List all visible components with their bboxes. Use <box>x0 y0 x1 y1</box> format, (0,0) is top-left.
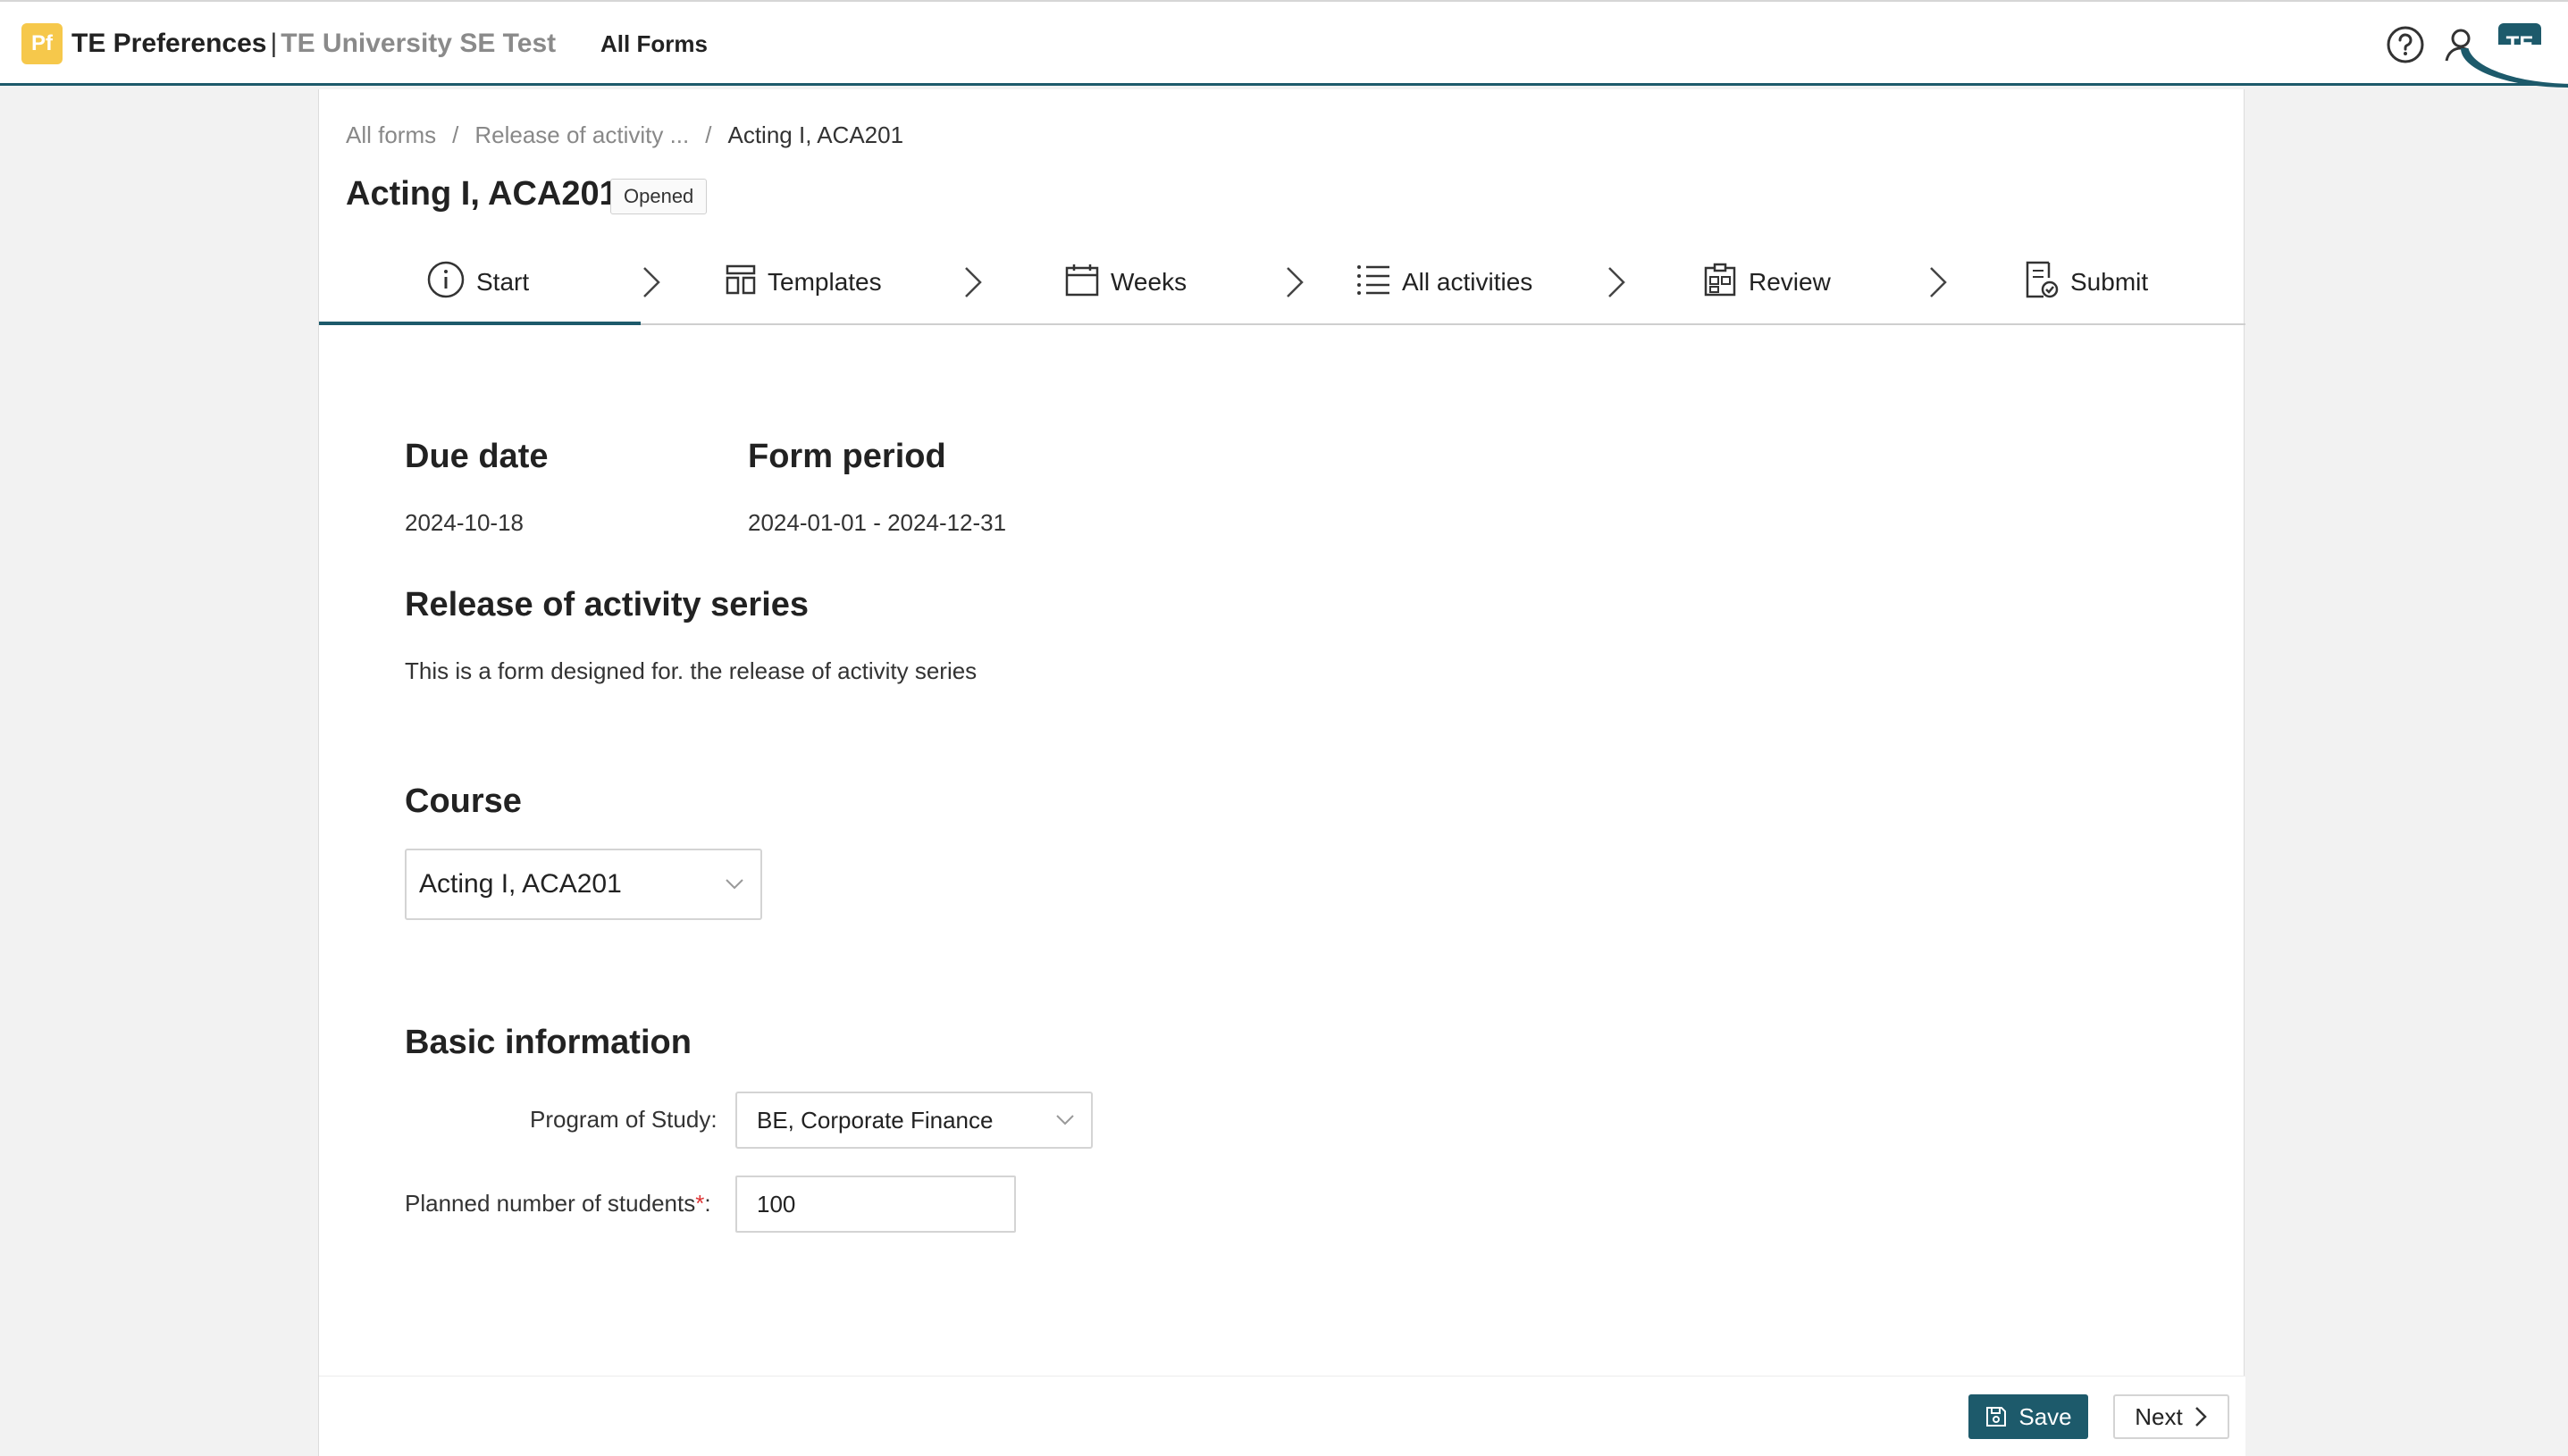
chevron-right-icon <box>1930 267 1947 297</box>
nav-all-forms[interactable]: All Forms <box>600 30 708 58</box>
course-select-value: Acting I, ACA201 <box>419 869 622 899</box>
chevron-down-icon <box>726 879 743 890</box>
step-label: Start <box>476 268 530 296</box>
chevron-right-icon <box>1608 267 1625 297</box>
breadcrumb-current: Acting I, ACA201 <box>727 121 904 148</box>
title-separator: | <box>270 29 278 58</box>
due-date-heading: Due date <box>405 438 549 475</box>
submit-icon <box>2024 260 2060 305</box>
step-label: All activities <box>1402 268 1533 296</box>
breadcrumb: All forms / Release of activity ... / Ac… <box>346 121 903 149</box>
chevron-right-icon <box>1287 267 1304 297</box>
students-label-text: Planned number of students <box>405 1190 696 1217</box>
review-icon <box>1702 262 1738 304</box>
series-description: This is a form designed for. the release… <box>405 657 978 684</box>
series-heading: Release of activity series <box>405 586 810 623</box>
app-title: TE Preferences | TE University SE Test <box>71 29 556 59</box>
breadcrumb-separator: / <box>452 121 459 148</box>
course-heading: Course <box>405 782 522 820</box>
breadcrumb-separator: / <box>705 121 712 148</box>
program-label-text: Program of Study <box>530 1106 711 1133</box>
info-icon <box>426 260 466 305</box>
chevron-down-icon <box>1056 1115 1074 1125</box>
chevron-right-icon <box>2195 1407 2207 1427</box>
due-date-value: 2024-10-18 <box>405 509 524 536</box>
top-header: Pf TE Preferences | TE University SE Test … <box>0 0 2568 88</box>
calendar-icon <box>1064 262 1100 304</box>
step-label: Review <box>1749 268 1831 296</box>
step-review[interactable]: Review <box>1702 239 1831 325</box>
step-start[interactable]: Start <box>426 239 529 325</box>
step-weeks[interactable]: Weeks <box>1064 239 1187 325</box>
step-label: Submit <box>2070 268 2149 296</box>
step-label: Weeks <box>1111 268 1187 296</box>
org-name: TE University SE Test <box>281 29 557 58</box>
form-period-heading: Form period <box>748 438 946 475</box>
save-label: Save <box>2018 1402 2072 1430</box>
template-icon <box>725 264 757 302</box>
required-mark: * <box>695 1190 705 1217</box>
label-colon: : <box>710 1106 718 1133</box>
breadcrumb-all-forms[interactable]: All forms <box>346 121 436 149</box>
breadcrumb-release[interactable]: Release of activity ... <box>474 121 689 149</box>
students-label: Planned number of students*: <box>405 1190 711 1218</box>
label-colon: : <box>704 1190 711 1217</box>
next-button[interactable]: Next <box>2113 1394 2229 1439</box>
app-logo: Pf <box>21 23 63 64</box>
chevron-right-icon <box>643 267 660 297</box>
chevron-right-icon <box>965 267 982 297</box>
program-select-value: BE, Corporate Finance <box>757 1106 994 1134</box>
list-icon <box>1355 262 1391 304</box>
save-icon <box>1986 1407 2007 1427</box>
program-label: Program of Study: <box>530 1106 718 1134</box>
next-label: Next <box>2135 1402 2183 1430</box>
save-button[interactable]: Save <box>1968 1394 2088 1439</box>
step-templates[interactable]: Templates <box>725 239 882 325</box>
step-label: Templates <box>768 268 882 296</box>
step-all-activities[interactable]: All activities <box>1355 239 1532 325</box>
page-title: Acting I, ACA201 <box>346 175 618 213</box>
step-navigation: Start Templates Weeks All activities Rev… <box>319 239 2245 325</box>
students-input-value: 100 <box>757 1190 796 1218</box>
header-decoration <box>2461 45 2568 88</box>
help-icon[interactable] <box>2386 25 2425 64</box>
step-submit[interactable]: Submit <box>2024 239 2148 325</box>
status-badge: Opened <box>610 179 708 214</box>
form-footer: Save Next <box>319 1376 2245 1456</box>
form-period-value: 2024-01-01 - 2024-12-31 <box>748 509 1007 536</box>
active-step-indicator <box>319 322 641 325</box>
app-name: TE Preferences <box>71 29 267 58</box>
basic-info-heading: Basic information <box>405 1024 692 1061</box>
students-input[interactable]: 100 <box>735 1176 1016 1233</box>
program-select[interactable]: BE, Corporate Finance <box>735 1092 1093 1149</box>
course-select[interactable]: Acting I, ACA201 <box>405 849 762 920</box>
form-card: All forms / Release of activity ... / Ac… <box>318 89 2245 1456</box>
